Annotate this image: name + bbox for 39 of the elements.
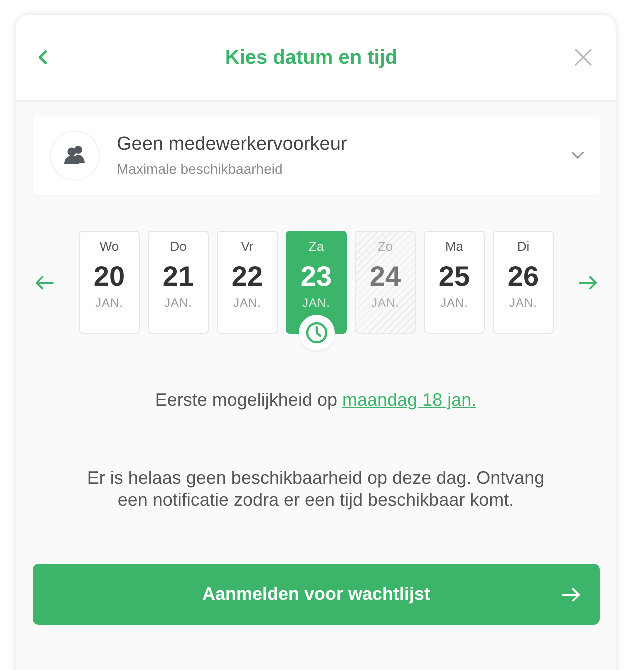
day-number: 25 [438, 261, 470, 293]
day-tile[interactable]: Ma 25 JAN. [424, 231, 485, 334]
month-label: JAN. [440, 295, 468, 311]
month-label: JAN. [371, 295, 400, 311]
day-number: 24 [370, 261, 402, 293]
day-number: 23 [300, 261, 332, 293]
availability-message: Er is helaas geen beschikbaarheid op deze dag. Ontvang een notificatie zodra er een tijd beschikbaar komt. [86, 467, 546, 511]
staff-select-title: Geen medewerkervoorkeur [117, 133, 348, 157]
staff-select-subtitle: Maximale beschikbaarheid [117, 160, 284, 178]
month-label: JAN. [302, 295, 330, 311]
arrow-right-icon [562, 586, 581, 602]
dialog-title: Kies datum en tijd [225, 46, 398, 70]
weekday-label: Zo [378, 239, 394, 255]
arrow-right-icon[interactable] [579, 274, 598, 290]
month-label: JAN. [95, 295, 124, 311]
staff-select[interactable]: Geen medewerkervoorkeur Maximale beschikbaarheid [33, 116, 600, 195]
month-label: JAN. [164, 295, 192, 311]
weekday-label: Ma [445, 239, 464, 255]
people-icon [50, 130, 100, 180]
day-tile[interactable]: Di 26 JAN. [493, 231, 554, 334]
first-availability-text: Eerste mogelijkheid op maandag 18 jan. [154, 389, 478, 411]
day-number: 21 [162, 261, 194, 293]
day-number: 26 [508, 261, 540, 293]
day-number: 22 [232, 261, 264, 293]
weekday-label: Vr [241, 239, 254, 255]
day-tile[interactable]: Vr 22 JAN. [217, 231, 278, 334]
weekday-label: Wo [100, 239, 120, 255]
arrow-left-icon[interactable] [35, 274, 54, 290]
chevron-down-icon [572, 152, 584, 159]
close-icon[interactable] [575, 49, 592, 66]
day-tile[interactable]: Do 21 JAN. [148, 231, 209, 334]
month-label: JAN. [233, 295, 262, 311]
day-number: 20 [94, 261, 126, 293]
weekday-label: Di [517, 239, 530, 255]
weekday-label: Do [170, 239, 187, 255]
weekday-label: Za [308, 239, 324, 255]
back-chevron-icon[interactable] [38, 50, 48, 65]
month-label: JAN. [509, 295, 538, 311]
day-tile[interactable]: Wo 20 JAN. [79, 231, 140, 334]
